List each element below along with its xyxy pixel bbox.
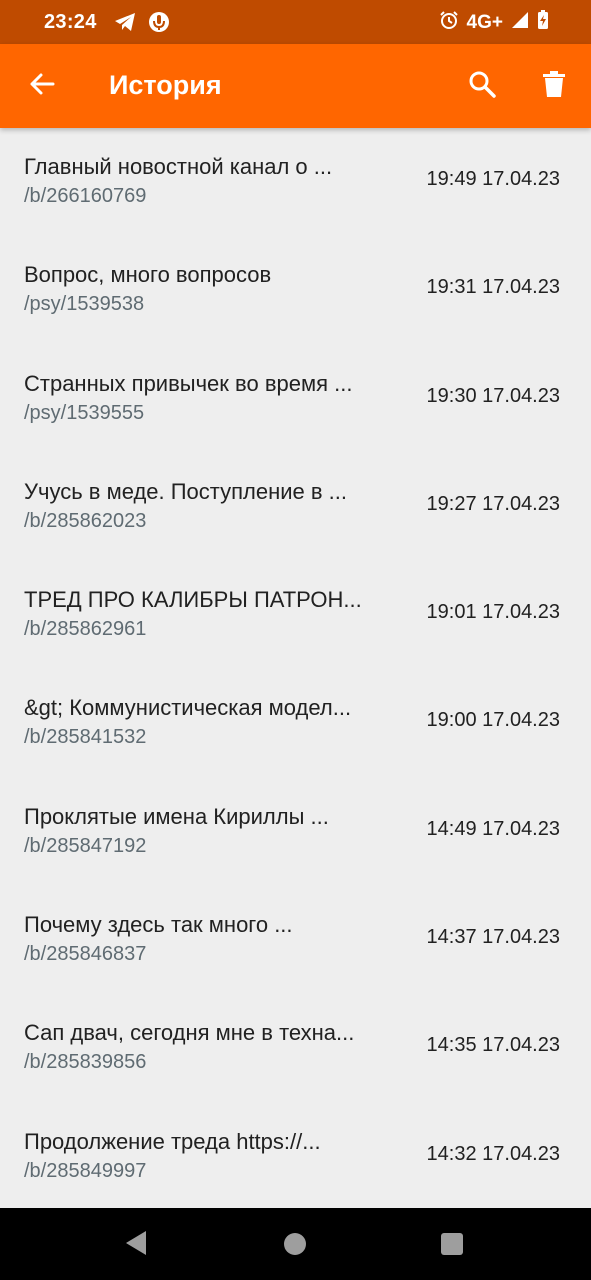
history-item-time: 19:00 17.04.23 <box>426 709 560 732</box>
notification-app-icon <box>148 11 170 38</box>
history-item-time: 19:31 17.04.23 <box>426 276 560 299</box>
back-arrow-icon <box>29 72 55 101</box>
history-item-title: Продолжение треда https://... <box>24 1128 321 1154</box>
history-item-time: 19:30 17.04.23 <box>426 384 560 407</box>
history-item-path: /psy/1539538 <box>24 293 145 316</box>
history-item-title: Почему здесь так много ... <box>24 912 293 938</box>
telegram-icon <box>114 12 136 37</box>
history-item-title: Сап двач, сегодня мне в техна... <box>24 1020 355 1046</box>
history-item-path: /b/285862961 <box>24 618 147 641</box>
history-item-title: ТРЕД ПРО КАЛИБРЫ ПАТРОН... <box>24 587 362 613</box>
search-icon <box>468 70 496 103</box>
nav-back-icon[interactable] <box>124 1230 148 1261</box>
history-item-title: Учусь в меде. Поступление в ... <box>24 478 348 504</box>
history-item-title: Странных привычек во время ... <box>24 370 353 396</box>
history-item[interactable]: Почему здесь так много ... /b/285846837 … <box>0 886 591 994</box>
history-item[interactable]: Вопрос, много вопросов /psy/1539538 19:3… <box>0 236 591 344</box>
status-time: 23:24 <box>44 11 97 33</box>
app-bar: История <box>0 44 591 128</box>
signal-icon <box>511 11 529 35</box>
history-item-path: /b/285846837 <box>24 943 147 966</box>
back-button[interactable] <box>22 66 62 106</box>
history-item-time: 14:49 17.04.23 <box>426 817 560 840</box>
nav-recents-icon[interactable] <box>441 1233 463 1255</box>
history-item[interactable]: ТРЕД ПРО КАЛИБРЫ ПАТРОН... /b/285862961 … <box>0 561 591 669</box>
history-item[interactable]: Учусь в меде. Поступление в ... /b/28586… <box>0 453 591 561</box>
trash-icon <box>542 70 566 103</box>
history-item-title: Проклятые имена Кириллы ... <box>24 803 329 829</box>
history-item[interactable]: Продолжение треда https://... /b/2858499… <box>0 1103 591 1208</box>
history-item-title: Вопрос, много вопросов <box>24 262 272 288</box>
history-item-path: /b/266160769 <box>24 185 147 207</box>
delete-history-button[interactable] <box>534 66 574 106</box>
history-item-path: /b/285862023 <box>24 509 147 532</box>
status-right-icons: 4G+ <box>439 10 549 36</box>
history-item-time: 14:35 17.04.23 <box>426 1034 560 1057</box>
history-item[interactable]: &gt; Коммунистическая модел... /b/285841… <box>0 669 591 777</box>
status-bar: 23:24 4G+ <box>0 0 591 44</box>
history-item[interactable]: Главный новостной канал о ... /b/2661607… <box>0 128 591 236</box>
history-item-path: /b/285849997 <box>24 1159 147 1182</box>
alarm-icon <box>439 10 459 36</box>
history-item-path: /b/285839856 <box>24 1051 147 1074</box>
history-item-time: 14:37 17.04.23 <box>426 926 560 949</box>
system-nav-bar <box>0 1208 591 1280</box>
history-list[interactable]: Главный новостной канал о ... /b/2661607… <box>0 128 591 1208</box>
history-item[interactable]: Проклятые имена Кириллы ... /b/285847192… <box>0 778 591 886</box>
history-item[interactable]: Странных привычек во время ... /psy/1539… <box>0 345 591 453</box>
nav-home-icon[interactable] <box>284 1233 306 1255</box>
history-item[interactable]: Сап двач, сегодня мне в техна... /b/2858… <box>0 994 591 1102</box>
history-item-time: 19:27 17.04.23 <box>426 492 560 515</box>
network-type: 4G+ <box>466 12 503 33</box>
status-left-icons <box>114 11 170 38</box>
history-item-path: /b/285847192 <box>24 834 147 857</box>
history-item-time: 19:49 17.04.23 <box>426 168 560 190</box>
page-title: История <box>109 70 222 100</box>
search-button[interactable] <box>462 66 502 106</box>
history-item-time: 19:01 17.04.23 <box>426 601 560 624</box>
history-item-time: 14:32 17.04.23 <box>426 1142 560 1165</box>
history-item-path: /psy/1539555 <box>24 401 145 424</box>
history-item-title: &gt; Коммунистическая модел... <box>24 695 352 721</box>
history-item-title: Главный новостной канал о ... <box>24 154 333 179</box>
history-item-path: /b/285841532 <box>24 726 147 749</box>
battery-icon <box>537 10 549 36</box>
